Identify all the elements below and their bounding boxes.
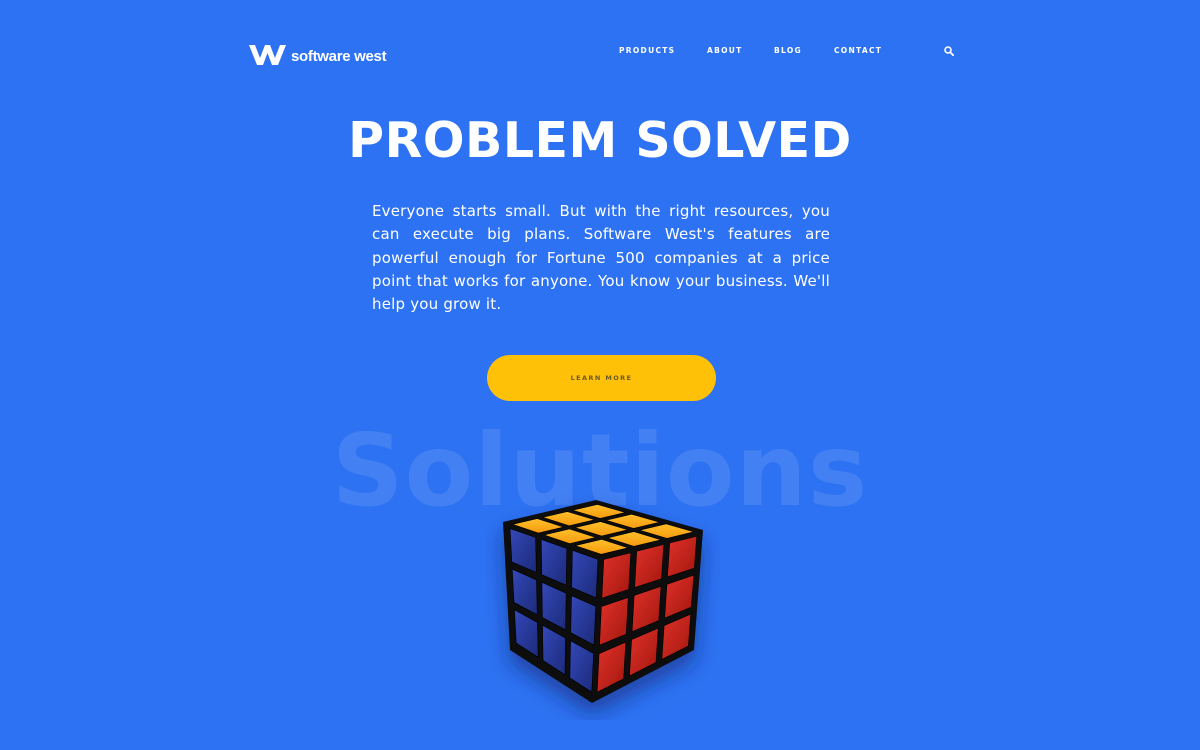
learn-more-button[interactable]: LEARN MORE [487,355,716,401]
nav-item-products[interactable]: PRODUCTS [619,46,675,55]
logo-text: software west [291,47,387,65]
logo[interactable]: software west [248,43,387,67]
logo-mark-icon [249,45,286,65]
rubiks-cube-illustration [503,500,703,703]
page-title: PROBLEM SOLVED [348,112,852,169]
search-icon[interactable] [944,46,954,56]
nav-item-about[interactable]: ABOUT [707,46,743,55]
nav-item-blog[interactable]: BLOG [774,46,802,55]
hero-description: Everyone starts small. But with the righ… [372,202,830,314]
nav-item-contact[interactable]: CONTACT [834,46,882,55]
